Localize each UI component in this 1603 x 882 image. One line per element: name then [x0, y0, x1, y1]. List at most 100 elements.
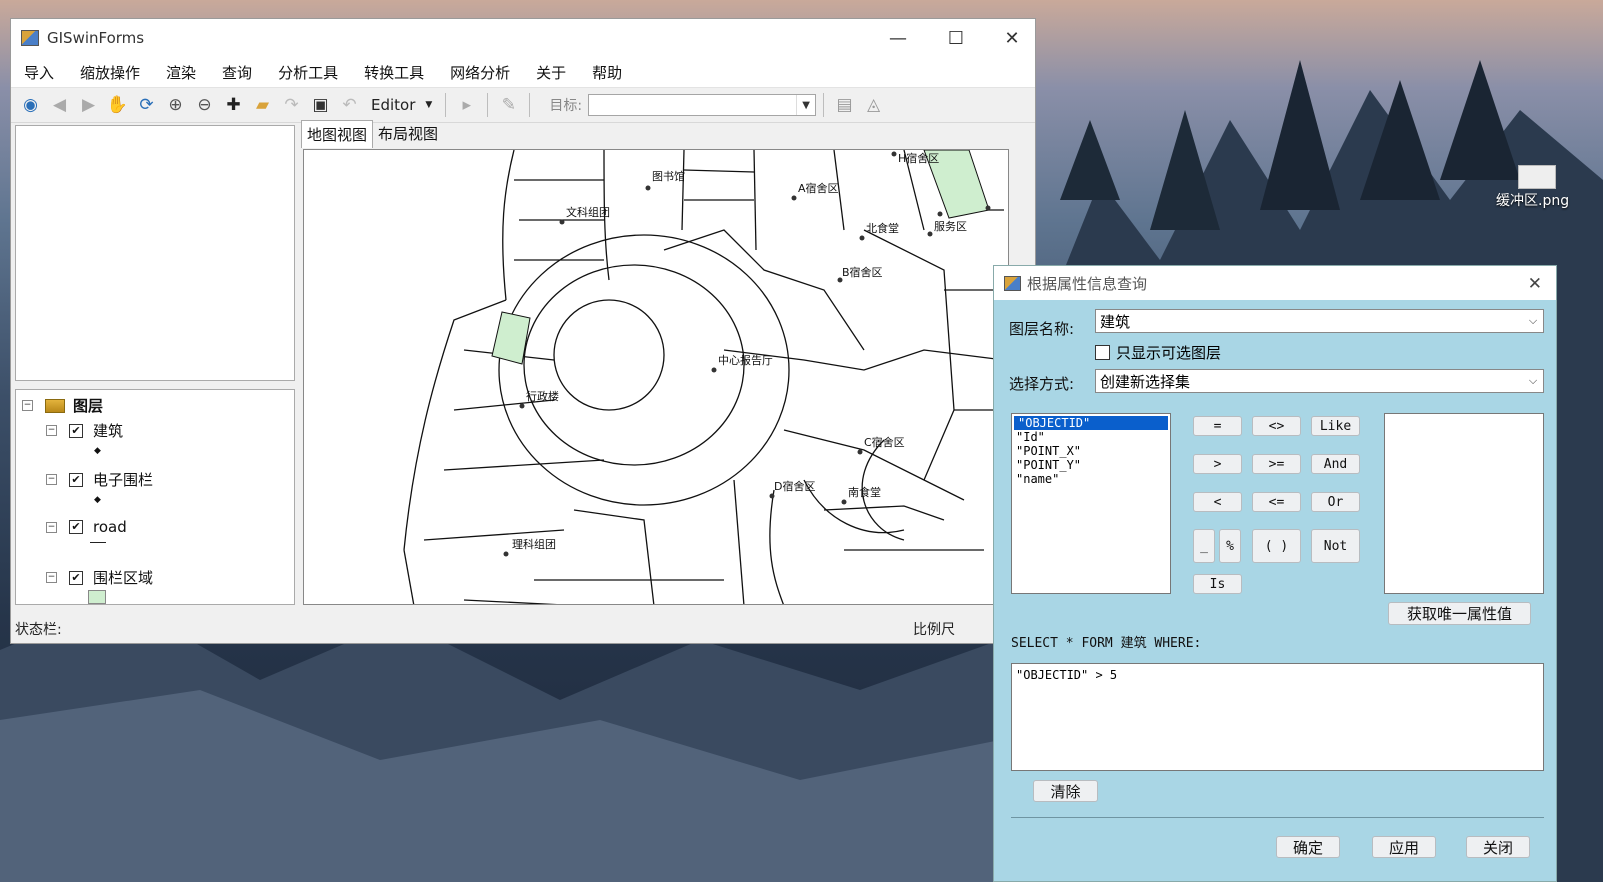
- divider: [1011, 817, 1544, 818]
- sketch-properties-icon[interactable]: ◬: [860, 92, 887, 118]
- pencil-icon[interactable]: ✎: [495, 92, 522, 118]
- layer-checkbox[interactable]: ✔: [69, 520, 83, 534]
- desktop-file-icon[interactable]: [1518, 165, 1556, 189]
- op-less-equal-button[interactable]: <=: [1252, 492, 1301, 512]
- list-item[interactable]: "Id": [1012, 430, 1170, 444]
- op-underscore-button[interactable]: _: [1193, 529, 1215, 563]
- selection-method-value: 创建新选择集: [1100, 372, 1191, 391]
- menu-analysis[interactable]: 分析工具: [265, 62, 351, 83]
- layer-checkbox[interactable]: ✔: [69, 472, 83, 487]
- map-label: 图书馆: [652, 169, 685, 183]
- selection-method-combo[interactable]: 创建新选择集 ⌵: [1095, 369, 1544, 393]
- tab-layout-view[interactable]: 布局视图: [373, 120, 443, 148]
- toc-layer-jianzhu[interactable]: − ✔ 建筑: [46, 420, 123, 441]
- minimize-button[interactable]: —: [875, 19, 921, 57]
- op-is-button[interactable]: Is: [1193, 574, 1242, 594]
- close-button[interactable]: ✕: [989, 19, 1035, 57]
- sql-where-textarea[interactable]: "OBJECTID" > 5: [1011, 663, 1544, 771]
- target-combo[interactable]: ▼: [588, 94, 817, 116]
- collapse-icon[interactable]: −: [46, 425, 57, 436]
- field-list[interactable]: "OBJECTID" "Id" "POINT_X" "POINT_Y" "nam…: [1011, 413, 1171, 594]
- dialog-title-bar: 根据属性信息查询 ✕: [994, 266, 1556, 300]
- op-greater-equal-button[interactable]: >=: [1252, 454, 1301, 474]
- layer-checkbox[interactable]: ✔: [69, 570, 83, 585]
- desktop-file-label[interactable]: 缓冲区.png: [1496, 190, 1569, 210]
- pan-hand-icon[interactable]: ✋: [104, 92, 131, 118]
- menu-convert[interactable]: 转换工具: [351, 62, 437, 83]
- scale-label: 比例尺: [913, 622, 955, 638]
- toc-root[interactable]: − 图层: [22, 395, 103, 416]
- select-arrow-icon[interactable]: ▸: [453, 92, 480, 118]
- ok-button[interactable]: 确定: [1276, 836, 1340, 858]
- op-percent-button[interactable]: %: [1219, 529, 1241, 563]
- list-item[interactable]: "POINT_Y": [1012, 458, 1170, 472]
- map-canvas[interactable]: 图书馆 文科组团 A宿舍区 H宿舍区 北食堂 服务区 B宿舍区 中心报告厅 行政…: [304, 150, 1009, 605]
- forward-arrow-icon[interactable]: ▶: [75, 92, 102, 118]
- back-arrow-icon[interactable]: ◀: [46, 92, 73, 118]
- menu-render[interactable]: 渲染: [153, 62, 209, 83]
- toc-layer-fence-area[interactable]: − ✔ 围栏区域: [46, 567, 153, 588]
- editor-dropdown[interactable]: Editor ▼: [365, 96, 438, 114]
- layers-icon: [45, 398, 65, 413]
- op-or-button[interactable]: Or: [1311, 492, 1360, 512]
- attribute-table-icon[interactable]: ▤: [831, 92, 858, 118]
- point-symbol-icon: ◆: [94, 495, 101, 505]
- layer-name-combo[interactable]: 建筑 ⌵: [1095, 309, 1544, 333]
- op-equal-button[interactable]: =: [1193, 416, 1242, 436]
- sql-prefix: SELECT * FORM 建筑 WHERE:: [1011, 636, 1202, 651]
- close-dialog-button[interactable]: 关闭: [1466, 836, 1530, 858]
- editor-label: Editor: [371, 96, 416, 114]
- op-less-button[interactable]: <: [1193, 492, 1242, 512]
- menu-help[interactable]: 帮助: [579, 62, 635, 83]
- open-folder-icon[interactable]: ▰: [249, 92, 276, 118]
- maximize-button[interactable]: ☐: [933, 19, 979, 57]
- list-item[interactable]: "OBJECTID": [1014, 416, 1168, 430]
- map-label: 北食堂: [866, 221, 899, 235]
- zoom-out-icon[interactable]: ⊖: [191, 92, 218, 118]
- toc-layer-road[interactable]: − ✔ road: [46, 518, 127, 536]
- add-data-icon[interactable]: ✚: [220, 92, 247, 118]
- save-icon[interactable]: ▣: [307, 92, 334, 118]
- toc-layer-fence[interactable]: − ✔ 电子围栏: [46, 469, 153, 490]
- menu-zoom[interactable]: 缩放操作: [67, 62, 153, 83]
- globe-icon[interactable]: ◉: [17, 92, 44, 118]
- status-bar: 状态栏: 比例尺: [11, 615, 1035, 643]
- op-parentheses-button[interactable]: ( ): [1252, 529, 1301, 563]
- op-not-equal-button[interactable]: <>: [1252, 416, 1301, 436]
- list-item[interactable]: "name": [1012, 472, 1170, 486]
- menu-import[interactable]: 导入: [11, 62, 67, 83]
- undo-icon[interactable]: ↶: [336, 92, 363, 118]
- clear-button[interactable]: 清除: [1033, 780, 1098, 802]
- redo-icon[interactable]: ↷: [278, 92, 305, 118]
- op-greater-button[interactable]: >: [1193, 454, 1242, 474]
- refresh-icon[interactable]: ⟳: [133, 92, 160, 118]
- layer-name-value: 建筑: [1100, 312, 1131, 331]
- tab-map-view[interactable]: 地图视图: [301, 120, 374, 148]
- layer-toc: − 图层 − ✔ 建筑 ◆ − ✔ 电子围栏 ◆ − ✔ road − ✔ 围栏…: [15, 389, 295, 605]
- only-selectable-checkbox[interactable]: 只显示可选图层: [1095, 342, 1221, 363]
- layer-name: 电子围栏: [93, 471, 154, 489]
- map-view[interactable]: 图书馆 文科组团 A宿舍区 H宿舍区 北食堂 服务区 B宿舍区 中心报告厅 行政…: [303, 149, 1009, 605]
- menu-about[interactable]: 关于: [523, 62, 579, 83]
- layer-checkbox[interactable]: ✔: [69, 423, 83, 438]
- get-unique-values-button[interactable]: 获取唯一属性值: [1388, 602, 1531, 625]
- point-symbol-icon: ◆: [94, 446, 101, 456]
- op-and-button[interactable]: And: [1311, 454, 1360, 474]
- apply-button[interactable]: 应用: [1372, 836, 1436, 858]
- line-symbol-icon: [90, 542, 106, 543]
- close-icon[interactable]: ✕: [1528, 274, 1542, 294]
- op-like-button[interactable]: Like: [1311, 416, 1360, 436]
- list-item[interactable]: "POINT_X": [1012, 444, 1170, 458]
- collapse-icon[interactable]: −: [46, 572, 57, 583]
- map-label: 中心报告厅: [718, 353, 773, 367]
- collapse-icon[interactable]: −: [46, 474, 57, 485]
- collapse-icon[interactable]: −: [46, 521, 57, 533]
- overview-map[interactable]: [15, 125, 295, 381]
- collapse-icon[interactable]: −: [22, 400, 33, 411]
- unique-values-list[interactable]: [1384, 413, 1544, 594]
- menu-network[interactable]: 网络分析: [437, 62, 523, 83]
- menu-query[interactable]: 查询: [209, 62, 265, 83]
- op-not-button[interactable]: Not: [1311, 529, 1360, 563]
- zoom-in-icon[interactable]: ⊕: [162, 92, 189, 118]
- checkbox-box[interactable]: [1095, 345, 1110, 360]
